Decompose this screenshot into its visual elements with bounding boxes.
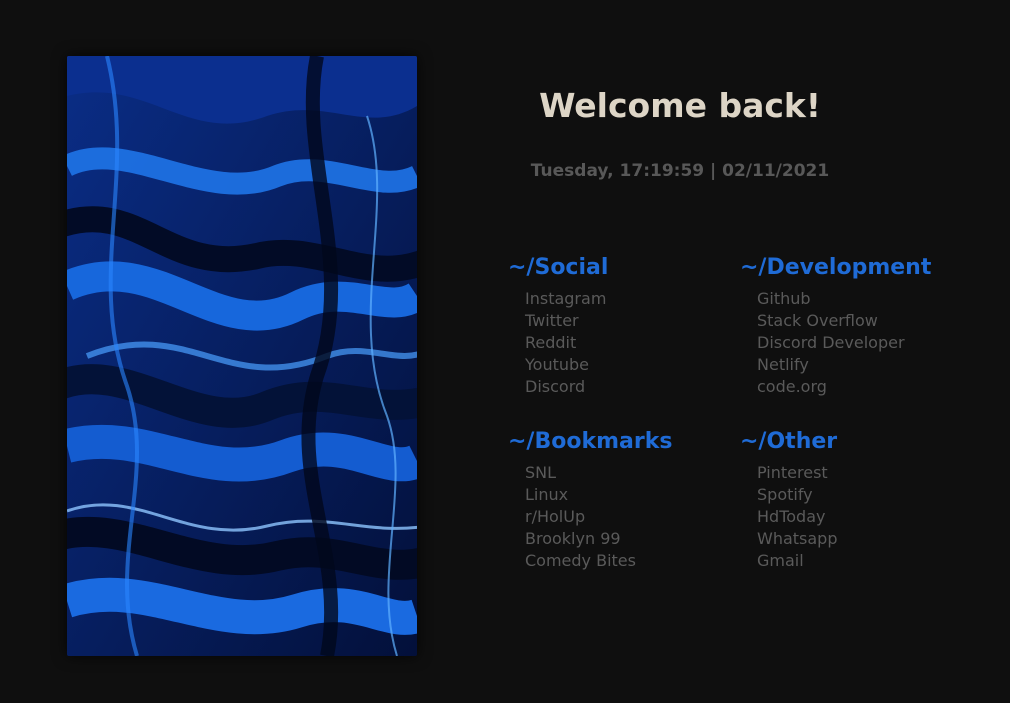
link-gmail[interactable]: Gmail (757, 550, 970, 572)
link-spotify[interactable]: Spotify (757, 484, 970, 506)
link-reddit[interactable]: Reddit (525, 332, 738, 354)
link-group-bookmarks: ~/Bookmarks SNL Linux r/HolUp Brooklyn 9… (508, 428, 738, 572)
date-time-display: Tuesday, 17:19:59 | 02/11/2021 (530, 161, 830, 181)
startpage: Welcome back! Tuesday, 17:19:59 | 02/11/… (0, 0, 1010, 703)
link-youtube[interactable]: Youtube (525, 354, 738, 376)
link-twitter[interactable]: Twitter (525, 310, 738, 332)
link-list: Pinterest Spotify HdToday Whatsapp Gmail (740, 462, 970, 572)
link-comedy-bites[interactable]: Comedy Bites (525, 550, 738, 572)
link-github[interactable]: Github (757, 288, 970, 310)
marble-wallpaper-image (67, 56, 417, 656)
link-r-holup[interactable]: r/HolUp (525, 506, 738, 528)
link-list: Github Stack Overflow Discord Developer … (740, 288, 970, 398)
link-discord[interactable]: Discord (525, 376, 738, 398)
link-group-development: ~/Development Github Stack Overflow Disc… (740, 254, 970, 398)
link-group-social: ~/Social Instagram Twitter Reddit Youtub… (508, 254, 738, 398)
link-group-other: ~/Other Pinterest Spotify HdToday Whatsa… (740, 428, 970, 572)
link-hdtoday[interactable]: HdToday (757, 506, 970, 528)
link-list: SNL Linux r/HolUp Brooklyn 99 Comedy Bit… (508, 462, 738, 572)
link-discord-developer[interactable]: Discord Developer (757, 332, 970, 354)
link-instagram[interactable]: Instagram (525, 288, 738, 310)
link-whatsapp[interactable]: Whatsapp (757, 528, 970, 550)
link-stack-overflow[interactable]: Stack Overflow (757, 310, 970, 332)
group-title: ~/Bookmarks (508, 429, 673, 454)
welcome-heading: Welcome back! (539, 86, 821, 125)
link-netlify[interactable]: Netlify (757, 354, 970, 376)
link-pinterest[interactable]: Pinterest (757, 462, 970, 484)
group-title: ~/Other (740, 429, 838, 454)
group-title: ~/Development (740, 255, 932, 280)
marble-swirl-graphic (67, 56, 417, 656)
link-linux[interactable]: Linux (525, 484, 738, 506)
link-code-org[interactable]: code.org (757, 376, 970, 398)
group-title: ~/Social (508, 255, 609, 280)
link-list: Instagram Twitter Reddit Youtube Discord (508, 288, 738, 398)
link-brooklyn-99[interactable]: Brooklyn 99 (525, 528, 738, 550)
link-snl[interactable]: SNL (525, 462, 738, 484)
